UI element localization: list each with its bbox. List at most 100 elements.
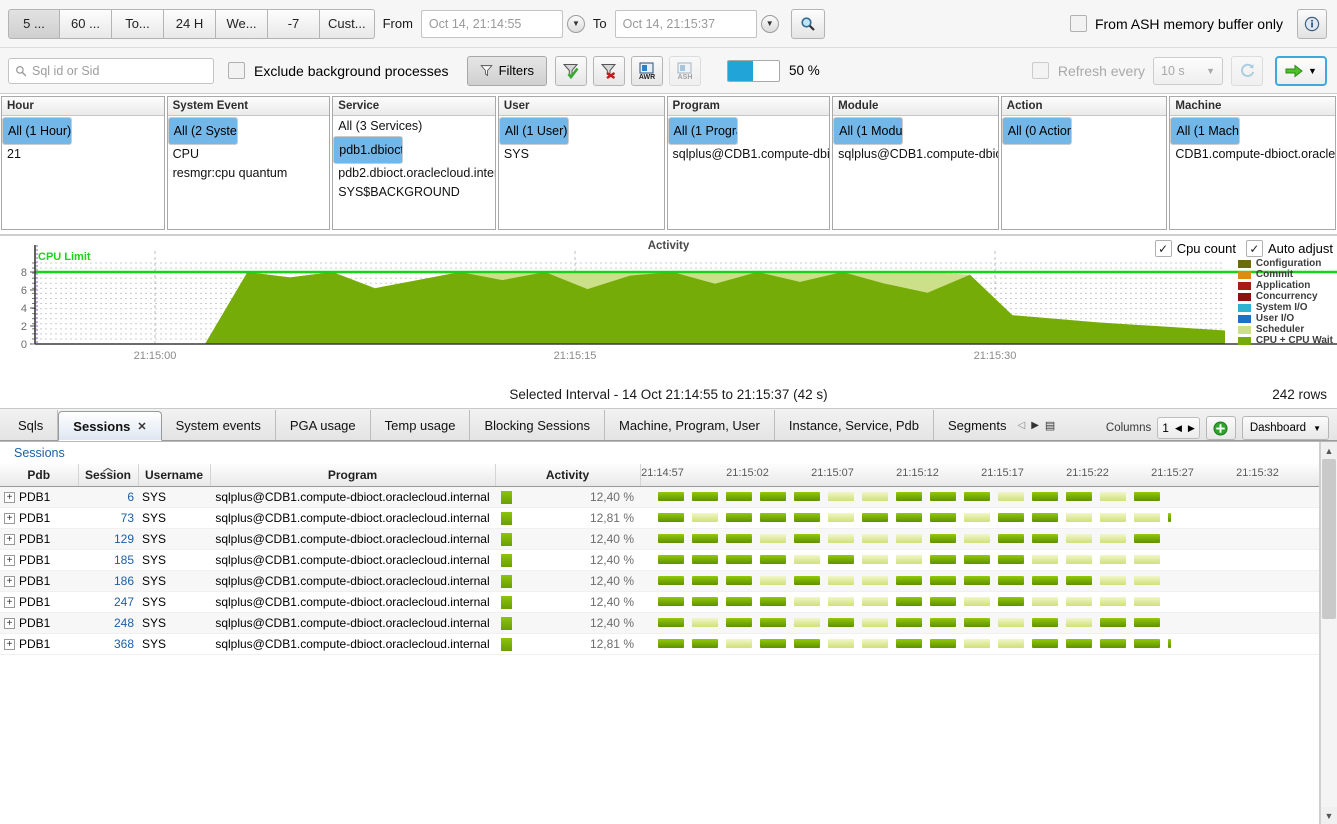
table-row[interactable]: +PDB1368SYSsqlplus@CDB1.compute-dbioct.o…: [0, 634, 1319, 655]
expand-row-icon[interactable]: +: [4, 513, 15, 524]
awr-report-button[interactable]: AWR: [631, 56, 663, 86]
scrollbar-thumb[interactable]: [1322, 459, 1336, 619]
prev-column-icon[interactable]: ◀: [1175, 423, 1182, 434]
cell-timeline[interactable]: [640, 550, 1319, 571]
to-date-dropdown-icon[interactable]: ▼: [761, 15, 779, 33]
ash-report-button[interactable]: ASH: [669, 56, 701, 86]
tab-sqls[interactable]: Sqls: [4, 410, 58, 440]
expand-row-icon[interactable]: +: [4, 639, 15, 650]
filter-item[interactable]: SYS$BACKGROUND: [333, 183, 495, 202]
from-date-dropdown-icon[interactable]: ▼: [567, 15, 585, 33]
table-row[interactable]: +PDB1129SYSsqlplus@CDB1.compute-dbioct.o…: [0, 529, 1319, 550]
tab-pga-usage[interactable]: PGA usage: [276, 410, 371, 440]
filter-item[interactable]: CDB1.compute-dbioct.oraclecloud.internal: [1170, 145, 1335, 164]
table-row[interactable]: +PDB1186SYSsqlplus@CDB1.compute-dbioct.o…: [0, 571, 1319, 592]
vertical-scrollbar[interactable]: ▲ ▼: [1320, 442, 1337, 824]
cell-timeline[interactable]: [640, 487, 1319, 508]
tab-list-icon[interactable]: ▤: [1045, 419, 1055, 432]
columns-stepper[interactable]: 1 ◀ ▶: [1157, 417, 1200, 439]
filter-item[interactable]: SYS: [499, 145, 664, 164]
column-header-program[interactable]: Program: [210, 464, 495, 487]
scroll-up-button[interactable]: ▲: [1321, 442, 1337, 459]
filter-item[interactable]: All (1 Module): [833, 117, 903, 145]
cell-timeline[interactable]: [640, 529, 1319, 550]
filter-list-service[interactable]: ServiceAll (3 Services)pdb1.dbioct.oracl…: [332, 96, 496, 230]
range-button-6[interactable]: Cust...: [320, 9, 375, 39]
filter-list-hour[interactable]: HourAll (1 Hour)21: [1, 96, 165, 230]
range-button-5[interactable]: -7: [268, 9, 320, 39]
tab-sessions[interactable]: Sessions✕: [58, 411, 161, 441]
dashboard-button[interactable]: Dashboard ▼: [1242, 416, 1329, 440]
opacity-slider[interactable]: [727, 60, 780, 82]
legend-entry[interactable]: Scheduler: [1238, 324, 1333, 335]
expand-row-icon[interactable]: +: [4, 492, 15, 503]
range-button-4[interactable]: We...: [216, 9, 268, 39]
apply-filter-button[interactable]: [555, 56, 587, 86]
filter-list-module[interactable]: ModuleAll (1 Module)sqlplus@CDB1.compute…: [832, 96, 999, 230]
column-header-session[interactable]: Session︿: [78, 464, 138, 487]
filter-item[interactable]: sqlplus@CDB1.compute-dbioct.oraclecloud.…: [833, 145, 998, 164]
sql-sid-search-input[interactable]: Sql id or Sid: [8, 58, 214, 84]
expand-row-icon[interactable]: +: [4, 576, 15, 587]
range-button-1[interactable]: 60 ...: [60, 9, 112, 39]
to-date-input[interactable]: Oct 14, 21:15:37: [615, 10, 757, 38]
scroll-down-button[interactable]: ▼: [1321, 807, 1337, 824]
filter-item[interactable]: CPU: [168, 145, 330, 164]
column-header-pdb[interactable]: Pdb: [0, 464, 78, 487]
legend-entry[interactable]: Concurrency: [1238, 291, 1333, 302]
filter-list-system-event[interactable]: System EventAll (2 System Events)CPUresm…: [167, 96, 331, 230]
filter-item[interactable]: All (2 System Events): [168, 117, 238, 145]
legend-entry[interactable]: User I/O: [1238, 313, 1333, 324]
filter-item[interactable]: All (1 User): [499, 117, 569, 145]
refresh-interval-select[interactable]: 10 s ▼: [1153, 57, 1223, 85]
filter-item[interactable]: All (1 Hour): [2, 117, 72, 145]
filter-item[interactable]: All (0 Actions): [1002, 117, 1072, 145]
tab-machine-program-user[interactable]: Machine, Program, User: [605, 410, 775, 440]
cell-timeline[interactable]: [640, 571, 1319, 592]
filter-item[interactable]: All (1 Program): [668, 117, 738, 145]
filter-item[interactable]: All (1 Machine): [1170, 117, 1240, 145]
filter-item[interactable]: pdb1.dbioct.oraclecloud.internal: [333, 136, 403, 164]
expand-row-icon[interactable]: +: [4, 618, 15, 629]
scroll-tabs-right-icon[interactable]: ▶: [1031, 420, 1039, 431]
close-icon[interactable]: ✕: [137, 420, 146, 433]
info-button[interactable]: [1297, 9, 1327, 39]
table-row[interactable]: +PDB1185SYSsqlplus@CDB1.compute-dbioct.o…: [0, 550, 1319, 571]
filter-item[interactable]: sqlplus@CDB1.compute-dbioct.oraclecloud.…: [668, 145, 830, 164]
legend-entry[interactable]: Configuration: [1238, 258, 1333, 269]
filter-item[interactable]: All (3 Services): [333, 117, 495, 136]
column-header-activity[interactable]: Activity: [495, 464, 640, 487]
expand-row-icon[interactable]: +: [4, 534, 15, 545]
tab-blocking-sessions[interactable]: Blocking Sessions: [470, 410, 605, 440]
add-tab-button[interactable]: [1206, 416, 1236, 440]
expand-row-icon[interactable]: +: [4, 597, 15, 608]
table-row[interactable]: +PDB16SYSsqlplus@CDB1.compute-dbioct.ora…: [0, 487, 1319, 508]
table-row[interactable]: +PDB1247SYSsqlplus@CDB1.compute-dbioct.o…: [0, 592, 1319, 613]
from-date-input[interactable]: Oct 14, 21:14:55: [421, 10, 563, 38]
activity-area-chart[interactable]: 0246821:15:0021:15:1521:15:30CPU Limit: [0, 236, 1337, 381]
range-button-0[interactable]: 5 ...: [8, 9, 60, 39]
scrollbar-track[interactable]: [1321, 459, 1337, 807]
table-row[interactable]: +PDB1248SYSsqlplus@CDB1.compute-dbioct.o…: [0, 613, 1319, 634]
tab-system-events[interactable]: System events: [162, 410, 276, 440]
filter-list-user[interactable]: UserAll (1 User)SYS: [498, 96, 665, 230]
tab-segments[interactable]: Segments◁▶▤: [934, 410, 1070, 440]
tab-temp-usage[interactable]: Temp usage: [371, 410, 471, 440]
refresh-every-checkbox[interactable]: [1032, 62, 1049, 79]
refresh-now-button[interactable]: [1231, 56, 1263, 86]
next-column-icon[interactable]: ▶: [1188, 423, 1195, 434]
expand-row-icon[interactable]: +: [4, 555, 15, 566]
scroll-tabs-left-icon[interactable]: ◁: [1018, 420, 1026, 431]
legend-entry[interactable]: Application: [1238, 280, 1333, 291]
cell-timeline[interactable]: [640, 634, 1319, 655]
legend-entry[interactable]: CPU + CPU Wait: [1238, 335, 1333, 346]
exclude-background-checkbox[interactable]: [228, 62, 245, 79]
legend-entry[interactable]: System I/O: [1238, 302, 1333, 313]
go-button[interactable]: ▼: [1275, 56, 1327, 86]
filter-item[interactable]: pdb2.dbioct.oraclecloud.internal: [333, 164, 495, 183]
cell-timeline[interactable]: [640, 613, 1319, 634]
filter-list-program[interactable]: ProgramAll (1 Program)sqlplus@CDB1.compu…: [667, 96, 831, 230]
range-button-3[interactable]: 24 H: [164, 9, 216, 39]
filter-item[interactable]: resmgr:cpu quantum: [168, 164, 330, 183]
cell-timeline[interactable]: [640, 592, 1319, 613]
